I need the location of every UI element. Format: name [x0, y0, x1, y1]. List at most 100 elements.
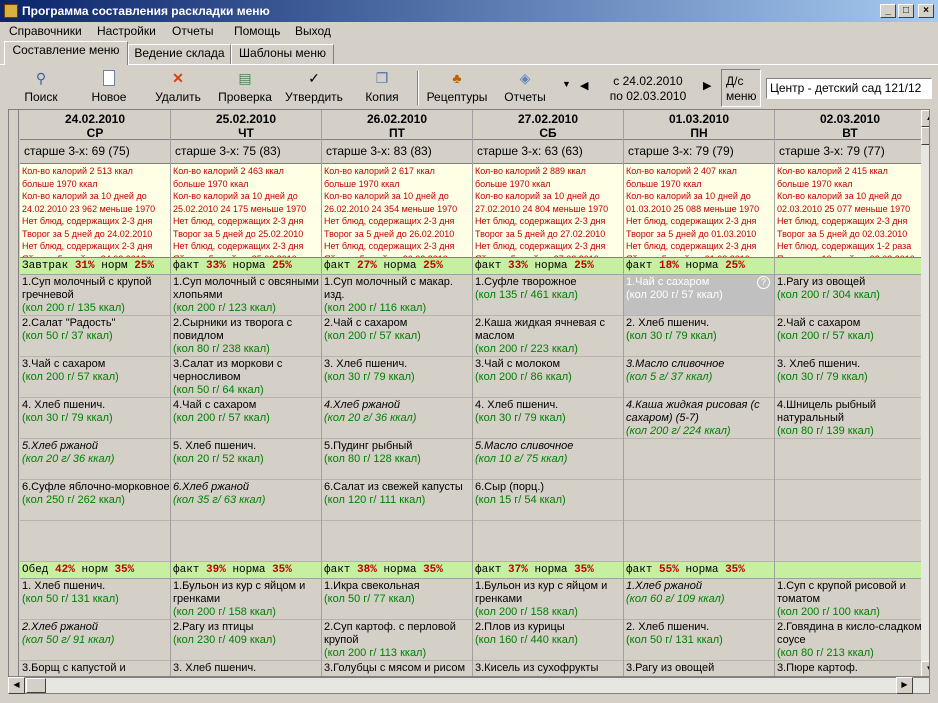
- prev-week-icon[interactable]: ◀: [580, 79, 588, 92]
- day-header[interactable]: 27.02.2010 СБ: [473, 110, 623, 140]
- help-icon[interactable]: ?: [757, 276, 770, 289]
- dish-cell[interactable]: 1.Суфле творожное (кол 135 г/ 461 ккал): [473, 275, 623, 316]
- tab-menu-templates[interactable]: Шаблоны меню: [231, 44, 334, 64]
- day-header[interactable]: 02.03.2010 ВТ: [775, 110, 925, 140]
- dish-cell[interactable]: [624, 480, 774, 521]
- dish-cell[interactable]: 4.Шницель рыбный натуральный (кол 80 г/ 1…: [775, 398, 925, 439]
- dish-cell[interactable]: 5.Масло сливочное (кол 10 г/ 75 ккал): [473, 439, 623, 480]
- dish-cell[interactable]: 3.Чай с молоком (кол 200 г/ 86 ккал): [473, 357, 623, 398]
- dish-cell[interactable]: 2.Сырники из творога с повидлом (кол 80 г…: [171, 316, 321, 357]
- dish-cell[interactable]: 4.Каша жидкая рисовая (с сахаром) (5-7)(…: [624, 398, 774, 439]
- dish-cell[interactable]: 1.Хлеб ржаной (кол 60 г/ 109 ккал): [624, 579, 774, 620]
- dish-cell[interactable]: [775, 439, 925, 480]
- new-button[interactable]: Новое: [86, 69, 132, 107]
- dish-cell[interactable]: 2.Чай с сахаром (кол 200 г/ 57 ккал): [775, 316, 925, 357]
- dish-cell[interactable]: 3.Пюре картоф.: [775, 661, 925, 676]
- dish-cell[interactable]: [171, 521, 321, 562]
- dish-cell[interactable]: 3.Кисель из сухофрукты: [473, 661, 623, 676]
- dish-cell[interactable]: 1. Хлеб пшенич. (кол 50 г/ 131 ккал): [20, 579, 170, 620]
- dish-cell[interactable]: 4.Чай с сахаром (кол 200 г/ 57 ккал): [171, 398, 321, 439]
- tab-warehouse[interactable]: Ведение склада: [128, 44, 231, 64]
- scroll-left-icon[interactable]: ◀: [8, 677, 25, 694]
- dish-cell[interactable]: 2.Плов из курицы (кол 160 г/ 440 ккал): [473, 620, 623, 661]
- dish-cell[interactable]: 2.Рагу из птицы (кол 230 г/ 409 ккал): [171, 620, 321, 661]
- day-header[interactable]: 26.02.2010 ПТ: [322, 110, 472, 140]
- dish-cell[interactable]: [20, 521, 170, 562]
- age-group-count[interactable]: старше 3-х: 69 (75): [20, 140, 170, 164]
- check-button[interactable]: ▤ Проверка: [214, 69, 276, 107]
- dish-cell[interactable]: 3. Хлеб пшенич. (кол 30 г/ 79 ккал): [775, 357, 925, 398]
- dish-cell[interactable]: [473, 521, 623, 562]
- dish-cell[interactable]: 6.Хлеб ржаной (кол 35 г/ 63 ккал): [171, 480, 321, 521]
- delete-button[interactable]: ✕ Удалить: [150, 69, 206, 107]
- close-button[interactable]: ×: [918, 4, 934, 18]
- dish-cell[interactable]: [624, 521, 774, 562]
- age-group-count[interactable]: старше 3-х: 63 (63): [473, 140, 623, 164]
- day-header[interactable]: 25.02.2010 ЧТ: [171, 110, 321, 140]
- dish-cell[interactable]: 2.Говядина в кисло-сладком соусе (кол 80 …: [775, 620, 925, 661]
- day-header[interactable]: 01.03.2010 ПН: [624, 110, 774, 140]
- dish-cell[interactable]: 1.Бульон из кур с яйцом и гренками (кол 2…: [473, 579, 623, 620]
- dish-cell[interactable]: 2.Хлеб ржаной (кол 50 г/ 91 ккал): [20, 620, 170, 661]
- age-group-count[interactable]: старше 3-х: 83 (83): [322, 140, 472, 164]
- dish-cell[interactable]: 4. Хлеб пшенич. (кол 30 г/ 79 ккал): [473, 398, 623, 439]
- dish-cell[interactable]: 2.Чай с сахаром (кол 200 г/ 57 ккал): [322, 316, 472, 357]
- scroll-down-icon[interactable]: ▼: [921, 661, 929, 676]
- dish-cell[interactable]: 6.Суфле яблочно-морковное (кол 250 г/ 262…: [20, 480, 170, 521]
- dish-cell[interactable]: [322, 521, 472, 562]
- dish-cell[interactable]: 1.Суп с крупой рисовой и томатом (кол 200…: [775, 579, 925, 620]
- dish-cell[interactable]: 3.Масло сливочное (кол 5 г/ 37 ккал): [624, 357, 774, 398]
- minimize-button[interactable]: _: [880, 4, 896, 18]
- horizontal-scrollbar[interactable]: ◀ ▶: [8, 677, 930, 694]
- menu-item-settings[interactable]: Настройки: [97, 24, 156, 38]
- dish-cell[interactable]: 1.Бульон из кур с яйцом и гренками (кол 2…: [171, 579, 321, 620]
- dish-cell[interactable]: 3.Рагу из овощей: [624, 661, 774, 676]
- scroll-up-icon[interactable]: ▲: [921, 110, 929, 127]
- age-group-count[interactable]: старше 3-х: 79 (77): [775, 140, 925, 164]
- dish-cell[interactable]: 1.Икра свекольная (кол 50 г/ 77 ккал): [322, 579, 472, 620]
- approve-button[interactable]: ✓ Утвердить: [282, 69, 346, 107]
- dish-cell[interactable]: 2. Хлеб пшенич. (кол 30 г/ 79 ккал): [624, 316, 774, 357]
- search-button[interactable]: ⚲ Поиск: [20, 69, 62, 107]
- menu-item-references[interactable]: Справочники: [9, 24, 82, 38]
- dish-cell[interactable]: [624, 439, 774, 480]
- dish-cell[interactable]: 3. Хлеб пшенич. (кол 30 г/ 79 ккал): [322, 357, 472, 398]
- vertical-scroll-thumb[interactable]: [921, 127, 929, 145]
- menu-item-help[interactable]: Помощь: [234, 24, 280, 38]
- dish-cell[interactable]: 1.Рагу из овощей (кол 200 г/ 304 ккал): [775, 275, 925, 316]
- dish-cell[interactable]: 2. Хлеб пшенич. (кол 50 г/ 131 ккал): [624, 620, 774, 661]
- recipes-button[interactable]: ♣ Рецептуры: [425, 69, 489, 107]
- title-bar[interactable]: Программа составления раскладки меню _ □…: [0, 0, 938, 22]
- dish-cell[interactable]: 1.Суп молочный с овсяными хлопьями (кол 2…: [171, 275, 321, 316]
- maximize-button[interactable]: □: [898, 4, 914, 18]
- age-group-count[interactable]: старше 3-х: 79 (79): [624, 140, 774, 164]
- vertical-scrollbar[interactable]: ▲ ▼: [921, 110, 929, 676]
- tab-menu-composition[interactable]: Составление меню: [4, 41, 128, 65]
- scroll-right-icon[interactable]: ▶: [896, 677, 913, 694]
- day-header[interactable]: 24.02.2010 СР: [20, 110, 170, 140]
- dish-cell[interactable]: 5.Пудинг рыбный (кол 80 г/ 128 ккал): [322, 439, 472, 480]
- dish-cell[interactable]: [775, 521, 925, 562]
- dish-cell[interactable]: 6.Салат из свежей капусты (кол 120 г/ 111…: [322, 480, 472, 521]
- reports-button[interactable]: ◈ Отчеты: [502, 69, 548, 107]
- dish-cell[interactable]: 5.Хлеб ржаной (кол 20 г/ 36 ккал): [20, 439, 170, 480]
- menu-item-reports[interactable]: Отчеты: [172, 24, 213, 38]
- copy-button[interactable]: ❐ Копия: [360, 69, 404, 107]
- dish-cell[interactable]: 5. Хлеб пшенич. (кол 20 г/ 52 ккал): [171, 439, 321, 480]
- kindergarten-field[interactable]: Центр - детский сад 121/12: [766, 78, 932, 99]
- dish-cell[interactable]: 2.Салат "Радость" (кол 50 г/ 37 ккал): [20, 316, 170, 357]
- dish-cell[interactable]: 3.Борщ с капустой и: [20, 661, 170, 676]
- dish-cell[interactable]: 3. Хлеб пшенич.: [171, 661, 321, 676]
- menu-item-exit[interactable]: Выход: [295, 24, 331, 38]
- dish-cell[interactable]: 3.Чай с сахаром (кол 200 г/ 57 ккал): [20, 357, 170, 398]
- horizontal-scroll-thumb[interactable]: [26, 678, 46, 693]
- dish-cell[interactable]: 1.Суп молочный с крупой гречневой (кол 20…: [20, 275, 170, 316]
- dish-cell[interactable]: 6.Сыр (порц.) (кол 15 г/ 54 ккал): [473, 480, 623, 521]
- dish-cell[interactable]: [775, 480, 925, 521]
- dish-cell[interactable]: 2.Суп картоф. с перловой крупой (кол 200 …: [322, 620, 472, 661]
- reports-dropdown-icon[interactable]: ▼: [562, 79, 571, 89]
- dish-cell[interactable]: 3.Салат из моркови с черносливом (кол 50 …: [171, 357, 321, 398]
- dish-cell[interactable]: 2.Каша жидкая ячневая с маслом (кол 200 г…: [473, 316, 623, 357]
- dish-cell[interactable]: 4. Хлеб пшенич. (кол 30 г/ 79 ккал): [20, 398, 170, 439]
- dish-cell[interactable]: 1.Чай с сахаром (кол 200 г/ 57 ккал)?: [624, 275, 774, 316]
